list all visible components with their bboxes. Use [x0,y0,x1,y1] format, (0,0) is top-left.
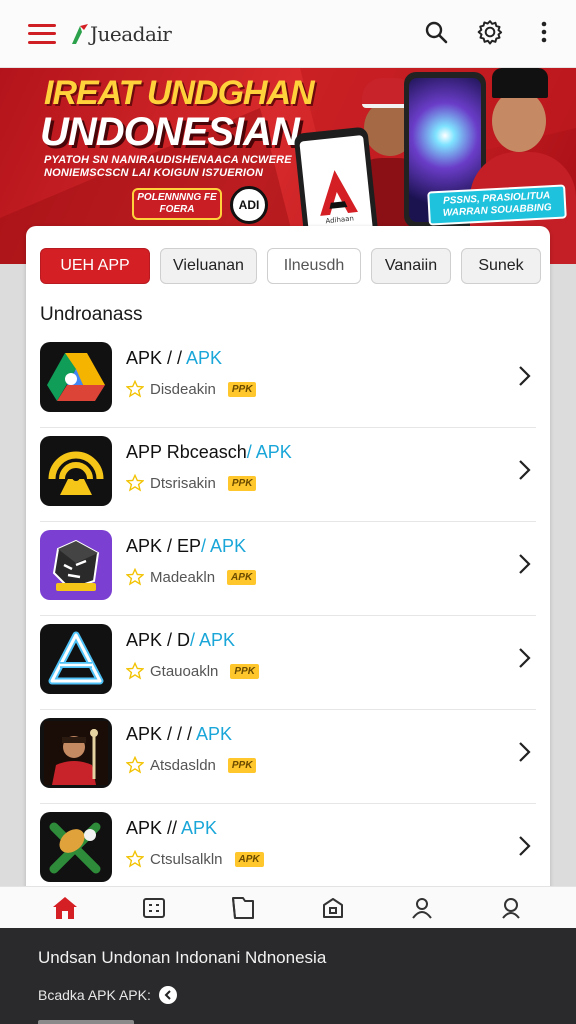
footer-truncated-text [38,1020,134,1024]
app-developer: Atsdasldn [150,756,216,774]
top-app-bar: Jueadair [0,0,576,68]
banner-subtitle: PYATOH SN NANIRAUDISHENAACA NCWERE NONIE… [44,154,292,179]
app-badge: APK [234,851,264,867]
chevron-right-icon[interactable] [514,644,534,672]
app-name: APK / D/ APK [126,630,236,650]
app-badge: PPK [227,475,257,491]
app-meta: Gtauoakln PPK [126,662,259,680]
logo-mark-icon [72,23,88,44]
app-name: APK / / APK [126,348,223,368]
tab-vieluanan[interactable]: Vieluanan [160,248,257,284]
tab-sunek[interactable]: Sunek [461,248,541,284]
banner-cta-button[interactable]: POLENNNNG FE FOERA [132,188,222,220]
app-logo-text: Jueadair [90,21,172,46]
app-meta: Ctsulsalkln APK [126,850,264,868]
app-icon-person [40,718,112,788]
app-developer: Ctsulsalkln [150,850,223,868]
chevron-right-icon[interactable] [514,456,534,484]
section-title: Undroanass [40,304,143,325]
app-meta: Atsdasldn PPK [126,756,257,774]
phone-app-logo-icon: Adihaan [320,170,358,225]
app-logo[interactable]: Jueadair [70,21,172,46]
content-card: UEH APP Vieluanan Ilneusdh Vanaiin Sunek… [26,226,550,926]
app-list: APK / / APK Disdeakin PPK APP Rbceasch/ … [40,334,536,898]
app-meta: Dtsrisakin PPK [126,474,257,492]
account-icon[interactable] [496,893,526,923]
banner-title-line1: IREAT UNDGHAN [44,74,315,112]
gear-icon[interactable] [476,18,504,46]
banner-badge: ADI [230,186,268,224]
app-icon-triangle [40,624,112,694]
app-icon-tools [40,812,112,882]
app-badge: PPK [230,663,259,679]
app-badge: PPK [227,381,257,397]
app-name: APP Rbceasch/ APK [126,442,292,462]
folder-icon[interactable] [228,893,258,923]
app-badge: APK [227,569,257,585]
star-icon [126,850,144,868]
chevron-right-icon[interactable] [514,832,534,860]
app-developer: Dtsrisakin [150,474,216,492]
chevron-right-icon[interactable] [514,362,534,390]
bottom-navigation [0,886,576,928]
home-icon[interactable] [50,893,80,923]
tab-ilneusdh[interactable]: Ilneusdh [267,248,361,284]
svg-text:Adihaan: Adihaan [325,214,354,225]
chevron-left-icon[interactable] [158,986,177,1004]
footer: Undsan Undonan Indonani Ndnonesia Bcadka… [0,928,576,1024]
list-item[interactable]: APK // APK Ctsulsalkln APK [40,804,536,898]
app-name: APK / / / APK [126,724,233,744]
app-icon-cube [40,530,112,600]
list-item[interactable]: APK / / / APK Atsdasldn PPK [40,710,536,804]
app-icon-drive [40,342,112,412]
tab-ueh-app[interactable]: UEH APP [40,248,150,284]
star-icon [126,756,144,774]
chevron-right-icon[interactable] [514,738,534,766]
list-item[interactable]: APK / D/ APK Gtauoakln PPK [40,616,536,710]
person-figure [492,90,546,152]
banner-tag: PSSNS, PRASIOLITUA WARRAN SOUABBING [427,184,567,226]
menu-icon[interactable] [28,23,56,44]
footer-line-text: Bcadka APK APK: [38,987,151,1003]
footer-line: Bcadka APK APK: [38,986,177,1004]
category-tabs: UEH APP Vieluanan Ilneusdh Vanaiin Sunek [40,248,541,284]
app-icon-headset [40,436,112,506]
app-developer: Gtauoakln [150,662,219,680]
app-meta: Madeakln APK [126,568,257,586]
app-name: APK // APK [126,818,218,838]
search-icon[interactable] [422,18,450,46]
chevron-right-icon[interactable] [514,550,534,578]
star-icon [126,662,144,680]
star-icon [126,380,144,398]
list-item[interactable]: APP Rbceasch/ APK Dtsrisakin PPK [40,428,536,522]
grid-icon[interactable] [139,893,169,923]
tab-vanaiin[interactable]: Vanaiin [371,248,451,284]
list-item[interactable]: APK / EP/ APK Madeakln APK [40,522,536,616]
list-item[interactable]: APK / / APK Disdeakin PPK [40,334,536,428]
banner-title-line2: UNDONESIAN [40,110,300,154]
app-meta: Disdeakin PPK [126,380,257,398]
app-badge: PPK [227,757,257,773]
footer-title: Undsan Undonan Indonani Ndnonesia [38,948,327,967]
star-icon [126,568,144,586]
app-developer: Madeakln [150,568,216,586]
app-developer: Disdeakin [150,380,216,398]
more-vertical-icon[interactable] [530,18,558,46]
app-name: APK / EP/ APK [126,536,247,556]
person-icon[interactable] [407,893,437,923]
star-icon [126,474,144,492]
person-figure [492,68,548,98]
box-icon[interactable] [318,893,348,923]
